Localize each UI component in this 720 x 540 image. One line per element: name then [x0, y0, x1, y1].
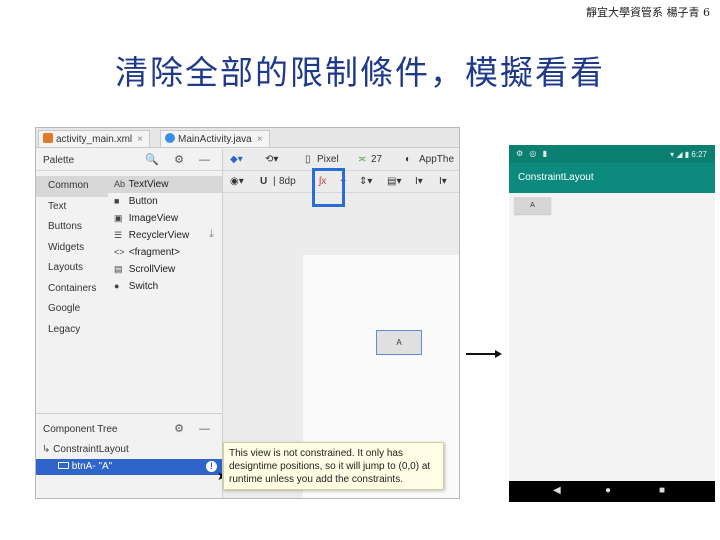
theme-icon[interactable]: ◐	[405, 154, 411, 165]
app-bar: ConstraintLayout	[509, 163, 715, 193]
status-right: ▾ ◢ ▮ 6:27	[670, 150, 707, 159]
status-bar: ⚙ ◎ ▮ ▾ ◢ ▮ 6:27	[509, 145, 715, 163]
status-time: 6:27	[691, 150, 707, 159]
category-layouts[interactable]: Layouts	[36, 258, 108, 279]
close-icon[interactable]: ×	[137, 134, 143, 145]
app-screen: A	[509, 193, 715, 481]
category-widgets[interactable]: Widgets	[36, 238, 108, 259]
layers-icon[interactable]: ◆▾	[230, 154, 243, 165]
back-icon[interactable]: ◀	[553, 485, 561, 496]
list-icon: ☰	[114, 230, 123, 240]
widget-label: <fragment>	[128, 247, 180, 258]
scroll-icon: ▤	[114, 264, 123, 274]
category-buttons[interactable]: Buttons	[36, 217, 108, 238]
image-icon: ▣	[114, 213, 123, 223]
category-legacy[interactable]: Legacy	[36, 320, 108, 341]
clear-constraints-highlight	[312, 168, 345, 207]
category-google[interactable]: Google	[36, 299, 108, 320]
category-common[interactable]: Common	[36, 176, 108, 197]
xml-file-icon	[43, 133, 53, 143]
navigation-bar: ◀ ● ■	[509, 481, 715, 502]
default-margin-selector[interactable]: 8dp	[279, 176, 296, 187]
widget-textview[interactable]: Ab TextView	[108, 176, 222, 193]
palette-widget-list: Ab TextView ■ Button ▣ ImageView ☰ Recyc…	[108, 176, 222, 295]
download-icon[interactable]: ⤓	[209, 228, 214, 241]
slide-title: 清除全部的限制條件，模擬看看	[115, 53, 605, 92]
notification-icons: ⚙ ◎ ▮	[516, 149, 549, 158]
widget-switch[interactable]: ● Switch	[108, 278, 222, 295]
widget-label: TextView	[128, 179, 169, 190]
layout-icon: ↳	[42, 444, 51, 455]
category-text[interactable]: Text	[36, 197, 108, 218]
unconstrained-warning-tooltip: This view is not constrained. It only ha…	[223, 442, 444, 490]
editor-tab-bar: activity_main.xml × MainActivity.java ×	[36, 128, 459, 148]
widget-recyclerview[interactable]: ☰ RecyclerView	[108, 227, 222, 244]
recents-icon[interactable]: ■	[659, 485, 665, 496]
switch-icon: ●	[114, 281, 120, 291]
code-icon: <>	[114, 247, 125, 257]
palette-header: Palette 🔍 ⚙ —	[36, 149, 222, 171]
widget-label: RecyclerView	[128, 230, 190, 241]
device-selector[interactable]: Pixel	[317, 154, 339, 165]
component-tree-title: Component Tree	[43, 424, 118, 435]
palette-categories: Common Text Buttons Widgets Layouts Cont…	[36, 176, 108, 340]
tab-label: activity_main.xml	[56, 134, 133, 145]
component-tree-panel: Component Tree ⚙ — ↳ ConstraintLayout bt…	[36, 413, 222, 498]
java-class-icon	[165, 133, 175, 143]
magnet-icon[interactable]: U	[260, 176, 267, 187]
widget-imageview[interactable]: ▣ ImageView	[108, 210, 222, 227]
api-level-selector[interactable]: 27	[371, 154, 382, 165]
tree-item-label: btnA- "A"	[71, 461, 113, 472]
button-icon	[58, 462, 69, 469]
tab-label: MainActivity.java	[178, 134, 252, 145]
widget-label: Switch	[128, 281, 159, 292]
tab-main-activity-java[interactable]: MainActivity.java ×	[160, 130, 270, 147]
app-button-a[interactable]: A	[514, 197, 551, 214]
widget-scrollview[interactable]: ▤ ScrollView	[108, 261, 222, 278]
api-icon[interactable]: ≍	[358, 154, 366, 165]
category-containers[interactable]: Containers	[36, 279, 108, 300]
tree-item-constraintlayout[interactable]: ↳ ConstraintLayout	[36, 442, 222, 458]
canvas-button-a[interactable]: A	[376, 330, 422, 355]
close-icon[interactable]: ×	[257, 134, 263, 145]
eye-icon[interactable]: ◉▾	[230, 176, 244, 187]
widget-label: Button	[128, 196, 158, 207]
emulator-phone: ⚙ ◎ ▮ ▾ ◢ ▮ 6:27 ConstraintLayout A ◀ ● …	[509, 145, 715, 502]
palette-header-icons[interactable]: 🔍 ⚙ —	[145, 153, 216, 166]
theme-selector[interactable]: AppThe	[419, 154, 454, 165]
header-note: 靜宜大學資管系 楊子青 6	[586, 6, 710, 19]
button-icon: ■	[114, 196, 120, 206]
tab-activity-main-xml[interactable]: activity_main.xml ×	[38, 130, 150, 147]
orientation-icon[interactable]: ⟲▾	[265, 154, 278, 165]
pack-icon[interactable]: ⇕▾	[359, 176, 372, 187]
tree-item-label: ConstraintLayout	[53, 444, 129, 455]
device-icon[interactable]: ▯	[305, 154, 311, 165]
tree-item-btna[interactable]: btnA- "A" !	[36, 459, 222, 475]
align-icon[interactable]: ▤▾	[387, 176, 401, 187]
widget-button[interactable]: ■ Button	[108, 193, 222, 210]
component-tree-icons[interactable]: ⚙ —	[174, 422, 216, 435]
widget-fragment[interactable]: <> <fragment>	[108, 244, 222, 261]
palette-title: Palette	[43, 155, 75, 166]
widget-label: ScrollView	[128, 264, 176, 275]
guidelines-icon[interactable]: Ι▾	[415, 176, 423, 187]
more-icon[interactable]: Ι▾	[439, 176, 447, 187]
widget-label: ImageView	[128, 213, 179, 224]
margin-icon: |	[273, 176, 276, 187]
home-icon[interactable]: ●	[605, 485, 611, 496]
warning-icon[interactable]: !	[206, 461, 217, 472]
textview-icon: Ab	[114, 179, 126, 189]
arrow-icon	[466, 350, 502, 358]
